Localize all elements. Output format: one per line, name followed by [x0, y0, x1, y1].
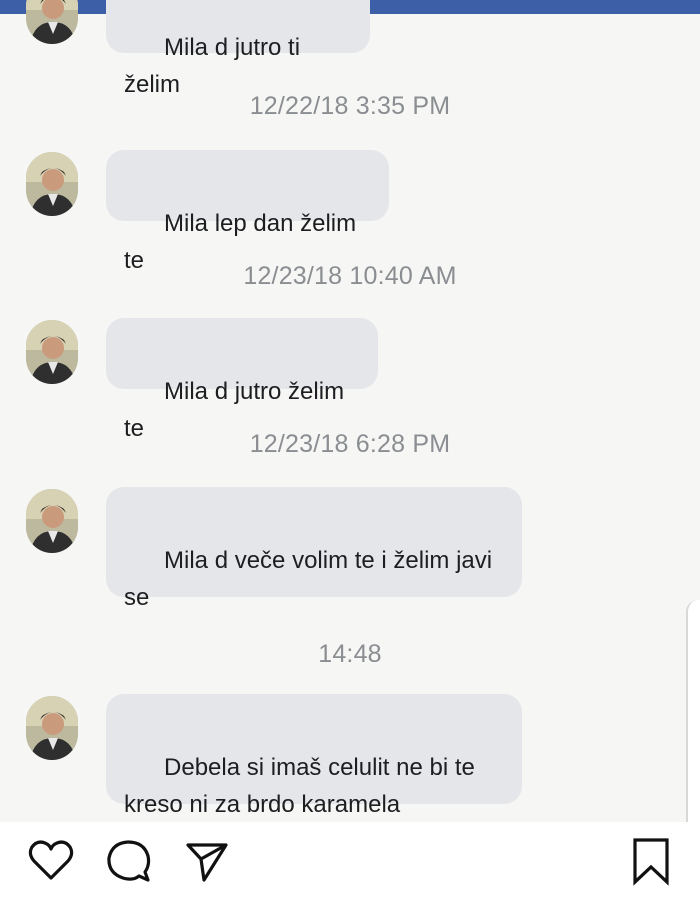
avatar[interactable]: [26, 320, 78, 384]
timestamp: 12/23/18 6:28 PM: [249, 430, 451, 458]
heart-icon[interactable]: [26, 836, 76, 886]
timestamp: 12/22/18 3:35 PM: [249, 92, 451, 120]
timestamp: 12/23/18 10:40 AM: [243, 262, 457, 290]
share-icon[interactable]: [182, 836, 232, 886]
message-text: Debela si imaš celulit ne bi te kreso ni…: [124, 754, 475, 818]
avatar[interactable]: [26, 0, 78, 44]
message-text: Mila d jutro ti želim: [124, 34, 307, 98]
message-bubble[interactable]: Mila d veče volim te i želim javi se: [106, 487, 522, 611]
timestamp: 14:48: [318, 640, 382, 668]
comment-icon[interactable]: [104, 836, 154, 886]
avatar[interactable]: [26, 696, 78, 760]
message-bubble[interactable]: Debela si imaš celulit ne bi te kreso ni…: [106, 694, 522, 818]
scrollbar[interactable]: [686, 600, 700, 830]
post-action-bar: [0, 822, 700, 900]
avatar[interactable]: [26, 489, 78, 553]
message-bubble[interactable]: Mila lep dan želim te: [106, 150, 389, 274]
avatar[interactable]: [26, 152, 78, 216]
message-bubble[interactable]: Mila d jutro želim te: [106, 318, 378, 442]
message-bubble[interactable]: Mila d jutro ti želim: [106, 0, 370, 98]
message-thread: Mila d jutro ti želim 12/22/18 3:35 PM M…: [0, 0, 700, 818]
message-text: Mila d veče volim te i želim javi se: [124, 547, 493, 611]
bookmark-icon[interactable]: [626, 836, 676, 886]
